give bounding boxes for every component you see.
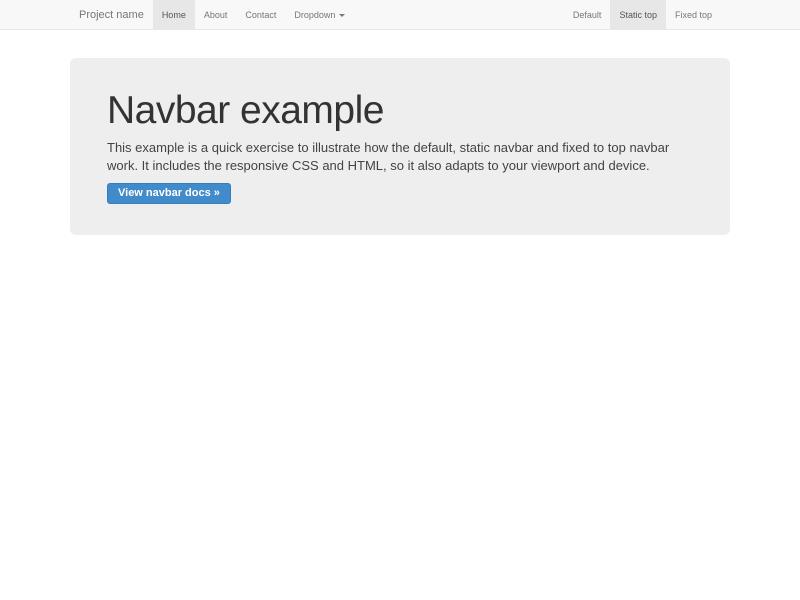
nav-item-contact[interactable]: Contact: [236, 0, 285, 30]
nav-item-label: Dropdown: [294, 10, 335, 20]
nav-item-fixed-top[interactable]: Fixed top: [666, 0, 721, 30]
navbar-container: Project name Home About Contact Dropdown…: [70, 0, 730, 29]
nav-item-static-top[interactable]: Static top: [610, 0, 666, 30]
page-title: Navbar example: [107, 90, 693, 133]
navbar-right-nav: Default Static top Fixed top: [564, 0, 721, 29]
nav-item-home[interactable]: Home: [153, 0, 195, 30]
nav-item: Fixed top: [666, 0, 721, 29]
nav-item-default[interactable]: Default: [564, 0, 611, 30]
navbar-brand[interactable]: Project name: [79, 0, 144, 29]
caret-down-icon: [339, 14, 345, 17]
jumbotron-description: This example is a quick exercise to illu…: [107, 139, 693, 175]
jumbotron: Navbar example This example is a quick e…: [70, 58, 730, 235]
top-navbar: Project name Home About Contact Dropdown…: [0, 0, 800, 30]
nav-item: Default: [564, 0, 611, 29]
nav-item: About: [195, 0, 237, 29]
nav-item: Static top: [610, 0, 666, 29]
nav-item: Dropdown: [285, 0, 354, 29]
view-navbar-docs-button[interactable]: View navbar docs »: [107, 183, 231, 204]
nav-item-about[interactable]: About: [195, 0, 237, 30]
navbar-left-nav: Home About Contact Dropdown: [153, 0, 355, 29]
nav-item-dropdown[interactable]: Dropdown: [285, 0, 354, 30]
nav-item: Home: [153, 0, 195, 29]
nav-item: Contact: [236, 0, 285, 29]
